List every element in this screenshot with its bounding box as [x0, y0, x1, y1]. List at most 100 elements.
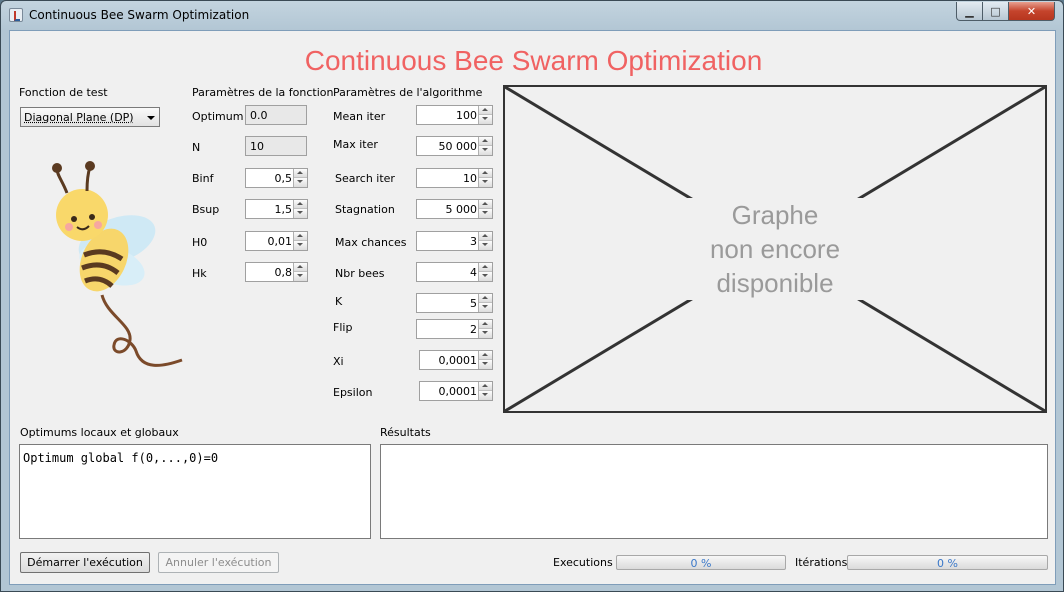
results-label: Résultats: [380, 426, 431, 439]
spinner-up-icon[interactable]: [294, 169, 307, 178]
spinner-down-icon[interactable]: [479, 391, 492, 400]
stagnation-spinner[interactable]: 5 000: [416, 199, 493, 219]
max-iter-label: Max iter: [333, 138, 378, 151]
graph-text-line3: disponible: [716, 268, 834, 298]
graph-text-line2: non encore: [709, 234, 841, 264]
stagnation-value: 5 000: [445, 203, 478, 216]
test-function-value: Diagonal Plane (DP): [24, 111, 134, 124]
start-execution-button[interactable]: Démarrer l'exécution: [20, 552, 150, 573]
cancel-execution-button[interactable]: Annuler l'exécution: [158, 552, 279, 573]
optimum-field: 0.0: [245, 105, 307, 125]
binf-value: 0,5: [274, 172, 293, 185]
spinner-up-icon[interactable]: [294, 232, 307, 241]
function-params-label: Paramètres de la fonction: [192, 86, 334, 99]
optimums-label: Optimums locaux et globaux: [20, 426, 179, 439]
spinner-up-icon[interactable]: [479, 351, 492, 360]
maximize-button[interactable]: □: [982, 2, 1009, 21]
nbr-bees-label: Nbr bees: [335, 267, 385, 280]
nbr-bees-value: 4: [470, 266, 477, 279]
executions-label: Executions: [553, 556, 613, 569]
iterations-label: Itérations: [795, 556, 848, 569]
n-label: N: [192, 141, 201, 154]
mean-iter-spinner[interactable]: 100: [416, 105, 493, 125]
epsilon-spinner[interactable]: 0,0001: [419, 381, 493, 401]
test-function-select[interactable]: Diagonal Plane (DP): [20, 107, 160, 127]
spinner-down-icon[interactable]: [479, 146, 492, 155]
page-title: Continuous Bee Swarm Optimization: [304, 45, 763, 76]
nbr-bees-spinner[interactable]: 4: [416, 262, 493, 282]
hk-value: 0,8: [274, 266, 293, 279]
bsup-label: Bsup: [192, 203, 220, 216]
h0-value: 0,01: [267, 235, 293, 248]
spinner-up-icon[interactable]: [479, 382, 492, 391]
search-iter-value: 10: [463, 172, 477, 185]
optimums-textarea[interactable]: Optimum global f(0,...,0)=0: [19, 444, 371, 539]
xi-label: Xi: [333, 355, 344, 368]
search-iter-spinner[interactable]: 10: [416, 168, 493, 188]
title-bar[interactable]: Continuous Bee Swarm Optimization ▁ □ ✕: [1, 1, 1063, 29]
minimize-button[interactable]: ▁: [956, 2, 983, 21]
max-chances-spinner[interactable]: 3: [416, 231, 493, 251]
results-textarea[interactable]: [380, 444, 1048, 539]
spinner-up-icon[interactable]: [479, 137, 492, 146]
app-window: Continuous Bee Swarm Optimization ▁ □ ✕ …: [0, 0, 1064, 592]
spinner-down-icon[interactable]: [479, 329, 492, 338]
test-function-label: Fonction de test: [19, 86, 108, 99]
epsilon-value: 0,0001: [438, 385, 478, 398]
mean-iter-label: Mean iter: [333, 110, 386, 123]
graph-placeholder: Graphe non encore disponible: [503, 85, 1047, 413]
spinner-down-icon[interactable]: [479, 303, 492, 312]
hk-spinner[interactable]: 0,8: [245, 262, 308, 282]
spinner-down-icon[interactable]: [479, 178, 492, 187]
spinner-up-icon[interactable]: [294, 200, 307, 209]
spinner-down-icon[interactable]: [479, 360, 492, 369]
n-field: 10: [245, 136, 307, 156]
spinner-down-icon[interactable]: [294, 209, 307, 218]
flip-label: Flip: [333, 321, 353, 334]
max-iter-spinner[interactable]: 50 000: [416, 136, 493, 156]
spinner-down-icon[interactable]: [479, 272, 492, 281]
binf-spinner[interactable]: 0,5: [245, 168, 308, 188]
k-spinner[interactable]: 5: [416, 293, 493, 313]
bsup-spinner[interactable]: 1,5: [245, 199, 308, 219]
java-app-icon[interactable]: [9, 8, 23, 22]
hk-label: Hk: [192, 267, 207, 280]
chevron-down-icon[interactable]: [147, 116, 155, 120]
spinner-up-icon[interactable]: [479, 320, 492, 329]
k-label: K: [335, 295, 343, 308]
epsilon-label: Epsilon: [333, 386, 373, 399]
algo-params-label: Paramètres de l'algorithme: [333, 86, 483, 99]
spinner-down-icon[interactable]: [294, 241, 307, 250]
spinner-up-icon[interactable]: [479, 232, 492, 241]
spinner-up-icon[interactable]: [294, 263, 307, 272]
spinner-up-icon[interactable]: [479, 263, 492, 272]
bee-mascot-image: [52, 161, 183, 367]
k-value: 5: [470, 297, 477, 310]
binf-label: Binf: [192, 172, 214, 185]
h0-spinner[interactable]: 0,01: [245, 231, 308, 251]
spinner-down-icon[interactable]: [479, 241, 492, 250]
spinner-up-icon[interactable]: [479, 294, 492, 303]
spinner-up-icon[interactable]: [479, 200, 492, 209]
xi-spinner[interactable]: 0,0001: [419, 350, 493, 370]
spinner-up-icon[interactable]: [479, 106, 492, 115]
max-chances-label: Max chances: [335, 236, 407, 249]
main-panel: Continuous Bee Swarm Optimization Foncti…: [9, 30, 1056, 585]
flip-value: 2: [470, 323, 477, 336]
stagnation-label: Stagnation: [335, 203, 395, 216]
close-button[interactable]: ✕: [1008, 2, 1055, 21]
h0-label: H0: [192, 236, 208, 249]
spinner-down-icon[interactable]: [294, 178, 307, 187]
executions-progress-text: 0 %: [690, 557, 712, 570]
spinner-down-icon[interactable]: [479, 209, 492, 218]
mean-iter-value: 100: [456, 109, 477, 122]
bsup-value: 1,5: [274, 203, 293, 216]
search-iter-label: Search iter: [335, 172, 395, 185]
spinner-down-icon[interactable]: [479, 115, 492, 124]
spinner-up-icon[interactable]: [479, 169, 492, 178]
iterations-progress-bar: 0 %: [847, 555, 1048, 570]
iterations-progress-text: 0 %: [937, 557, 958, 570]
flip-spinner[interactable]: 2: [416, 319, 493, 339]
spinner-down-icon[interactable]: [294, 272, 307, 281]
max-iter-value: 50 000: [438, 140, 478, 153]
